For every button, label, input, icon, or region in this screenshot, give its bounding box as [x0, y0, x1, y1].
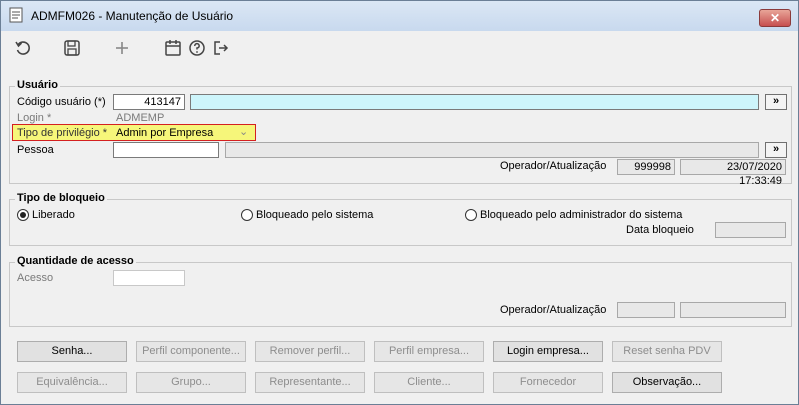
save-icon[interactable] [63, 39, 81, 57]
title-bar: ADMFM026 - Manutenção de Usuário ✕ [1, 1, 798, 31]
chevron-down-icon: ⌄ [239, 126, 249, 138]
acesso-operador-label: Operador/Atualização [500, 304, 607, 316]
liberado-label[interactable]: Liberado [32, 209, 75, 221]
liberado-radio[interactable] [17, 209, 29, 221]
grupo-button[interactable]: Grupo... [136, 372, 246, 393]
login-value: ADMEMP [116, 112, 165, 124]
pessoa-lookup-button[interactable]: » [765, 142, 787, 158]
operador-value: 999998 [617, 159, 675, 175]
calendar-icon[interactable] [164, 39, 182, 57]
bloqueio-group-title: Tipo de bloqueio [15, 192, 107, 204]
codigo-usuario-label: Código usuário (*) [17, 96, 106, 108]
privilegio-value: Admin por Empresa [116, 127, 214, 139]
help-icon[interactable] [188, 39, 206, 57]
acesso-operador-field [617, 302, 675, 318]
data-bloqueio-label: Data bloqueio [626, 224, 694, 236]
pessoa-input[interactable] [113, 142, 219, 158]
acesso-group-title: Quantidade de acesso [15, 255, 136, 267]
pessoa-label: Pessoa [17, 144, 54, 156]
bloqueado-admin-label[interactable]: Bloqueado pelo administrador do sistema [480, 209, 682, 221]
login-empresa-button[interactable]: Login empresa... [493, 341, 603, 362]
refresh-icon[interactable] [14, 39, 32, 57]
pessoa-name-field [225, 142, 759, 158]
exit-icon[interactable] [212, 39, 230, 57]
usuario-group-title: Usuário [15, 79, 60, 91]
close-button[interactable]: ✕ [759, 9, 791, 27]
document-icon [9, 7, 23, 23]
main-window: ADMFM026 - Manutenção de Usuário ✕ Usuár… [0, 0, 799, 405]
operador-atualizacao-label: Operador/Atualização [500, 160, 607, 172]
acesso-date-field [680, 302, 786, 318]
perfil-componente-button[interactable]: Perfil componente... [136, 341, 246, 362]
privilegio-label: Tipo de privilégio * [17, 127, 108, 139]
bloqueado-sistema-radio[interactable] [241, 209, 253, 221]
toolbar [2, 31, 797, 66]
perfil-empresa-button[interactable]: Perfil empresa... [374, 341, 484, 362]
senha-button[interactable]: Senha... [17, 341, 127, 362]
equivalencia-button[interactable]: Equivalência... [17, 372, 127, 393]
privilegio-select[interactable]: Admin por Empresa ⌄ [113, 125, 253, 140]
atualizacao-date-value: 23/07/2020 17:33:49 [680, 159, 786, 187]
bloqueado-admin-radio[interactable] [465, 209, 477, 221]
fornecedor-button[interactable]: Fornecedor [493, 372, 603, 393]
bloqueio-group [9, 199, 792, 246]
usuario-lookup-button[interactable]: » [765, 94, 787, 110]
bloqueado-sistema-label[interactable]: Bloqueado pelo sistema [256, 209, 373, 221]
remover-perfil-button[interactable]: Remover perfil... [255, 341, 365, 362]
data-bloqueio-field [715, 222, 786, 238]
codigo-usuario-input[interactable]: 413147 [113, 94, 185, 110]
add-icon[interactable] [113, 39, 131, 57]
reset-senha-pdv-button[interactable]: Reset senha PDV [612, 341, 722, 362]
cliente-button[interactable]: Cliente... [374, 372, 484, 393]
usuario-name-field[interactable] [190, 94, 759, 110]
acesso-input[interactable] [113, 270, 185, 286]
acesso-label: Acesso [17, 272, 54, 284]
login-label: Login * [17, 112, 52, 124]
observacao-button[interactable]: Observação... [612, 372, 722, 393]
window-title: ADMFM026 - Manutenção de Usuário [31, 9, 234, 23]
representante-button[interactable]: Representante... [255, 372, 365, 393]
